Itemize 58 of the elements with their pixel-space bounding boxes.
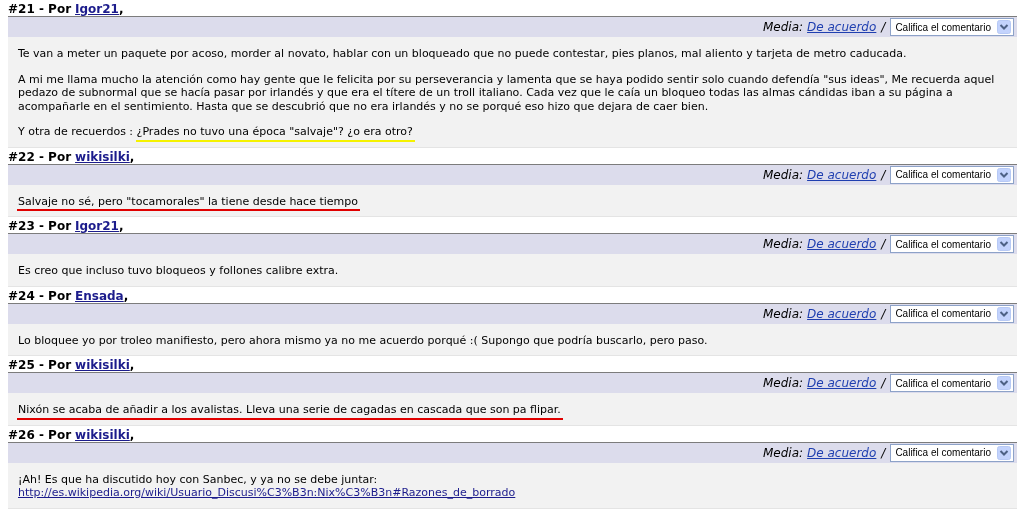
author-link[interactable]: wikisilki	[75, 358, 130, 372]
comment-text: A mi me llama mucho la atención como hay gente que le felicita por su perseverancia y lamenta que se haya podido sentir solo cuando defendía "sus ideas", Me recuerda aquel pedazo de subnormal que se hacía pasar por irlandés y que era el títere de un troll italiano. Cada vez que le caía un bloqueo todas las almas cándidas iban a su página a acompañarle en el sentimiento. Hasta que se descubrió que no era irlandés y no se porqué eso hizo que dejara de caer bien.	[18, 72, 995, 113]
comment-text: ¿Prades no tuvo una época "salvaje"? ¿o era otro?	[136, 125, 413, 138]
rating-link[interactable]: De acuerdo	[807, 237, 877, 251]
comma-text: ,	[118, 219, 124, 233]
rating-label: Media:	[762, 376, 804, 390]
caret-icon	[997, 20, 1011, 34]
comment-number: #23 - Por	[8, 219, 72, 233]
separator-text: /	[881, 306, 886, 321]
rating-label: Media:	[762, 306, 804, 321]
comment-text: Salvaje no sé, pero "tocamorales" la tiene desde hace tiempo	[18, 194, 358, 208]
rating-link[interactable]: De acuerdo	[807, 306, 877, 321]
comment-number: #24 - Por	[8, 288, 72, 303]
rating-dropdown[interactable]: Califica el comentario	[890, 165, 1014, 184]
author-link[interactable]: Ensada	[75, 288, 124, 303]
separator-text: /	[881, 20, 886, 34]
rating-link[interactable]: De acuerdo	[807, 445, 877, 460]
comment-number: #22 - Por	[8, 149, 72, 164]
comment-number: #25 - Por	[8, 358, 72, 372]
comma-text: ,	[129, 149, 135, 164]
caret-icon	[997, 306, 1011, 321]
rating-link[interactable]: De acuerdo	[807, 376, 877, 390]
author-link[interactable]: Igor21	[75, 2, 119, 16]
comma-text: ,	[129, 358, 135, 372]
separator-text: /	[881, 237, 886, 251]
caret-icon	[997, 445, 1011, 460]
separator-text: /	[881, 445, 886, 460]
rating-dropdown[interactable]: Califica el comentario	[890, 443, 1014, 462]
comment-text: ¡Ah! Es que ha discutido hoy con Sanbec, y ya no se debe juntar:	[18, 472, 378, 486]
rating-dropdown[interactable]: Califica el comentario	[890, 304, 1014, 323]
comma-text: ,	[123, 288, 129, 303]
comment-text: Y otra de recuerdos :	[18, 125, 135, 138]
rating-label: Media:	[762, 20, 804, 34]
author-link[interactable]: Igor21	[75, 219, 119, 233]
comment-text: Nixón se acaba de añadir a los avalistas. Lleva una serie de cagadas en cascada que son pa flipar.	[18, 403, 561, 416]
comment-number: #21 - Por	[8, 2, 72, 16]
caret-icon	[997, 237, 1011, 251]
rating-dropdown[interactable]: Califica el comentario	[890, 18, 1014, 36]
comma-text: ,	[129, 427, 135, 442]
rating-link[interactable]: De acuerdo	[807, 20, 877, 34]
comma-text: ,	[118, 2, 124, 16]
rating-dropdown[interactable]: Califica el comentario	[890, 235, 1014, 253]
author-link[interactable]: wikisilki	[75, 149, 130, 164]
caret-icon	[997, 167, 1011, 182]
separator-text: /	[881, 167, 886, 182]
rating-dropdown[interactable]: Califica el comentario	[890, 374, 1014, 392]
separator-text: /	[881, 376, 886, 390]
url-link[interactable]: http://es.wikipedia.org/wiki/Usuario_Discusi%C3%B3n:Nix%C3%B3n#Razones_de_borrado	[18, 486, 1007, 500]
comment-number: #26 - Por	[8, 427, 72, 442]
comment-text: Lo bloquee yo por troleo manifiesto, pero ahora mismo ya no me acuerdo porqué :( Supongo que podría buscarlo, pero paso.	[18, 333, 708, 347]
rating-label: Media:	[762, 445, 804, 460]
comment-text: Te van a meter un paquete por acoso, morder al novato, hablar con un bloqueado que no puede contestar, pies planos, mal aliento y tarjeta de metro caducada.	[18, 47, 907, 60]
rating-link[interactable]: De acuerdo	[807, 167, 877, 182]
rating-label: Media:	[762, 237, 804, 251]
rating-label: Media:	[762, 167, 804, 182]
comment-text: Es creo que incluso tuvo bloqueos y follones calibre extra.	[18, 264, 339, 277]
author-link[interactable]: wikisilki	[75, 427, 130, 442]
caret-icon	[997, 376, 1011, 390]
